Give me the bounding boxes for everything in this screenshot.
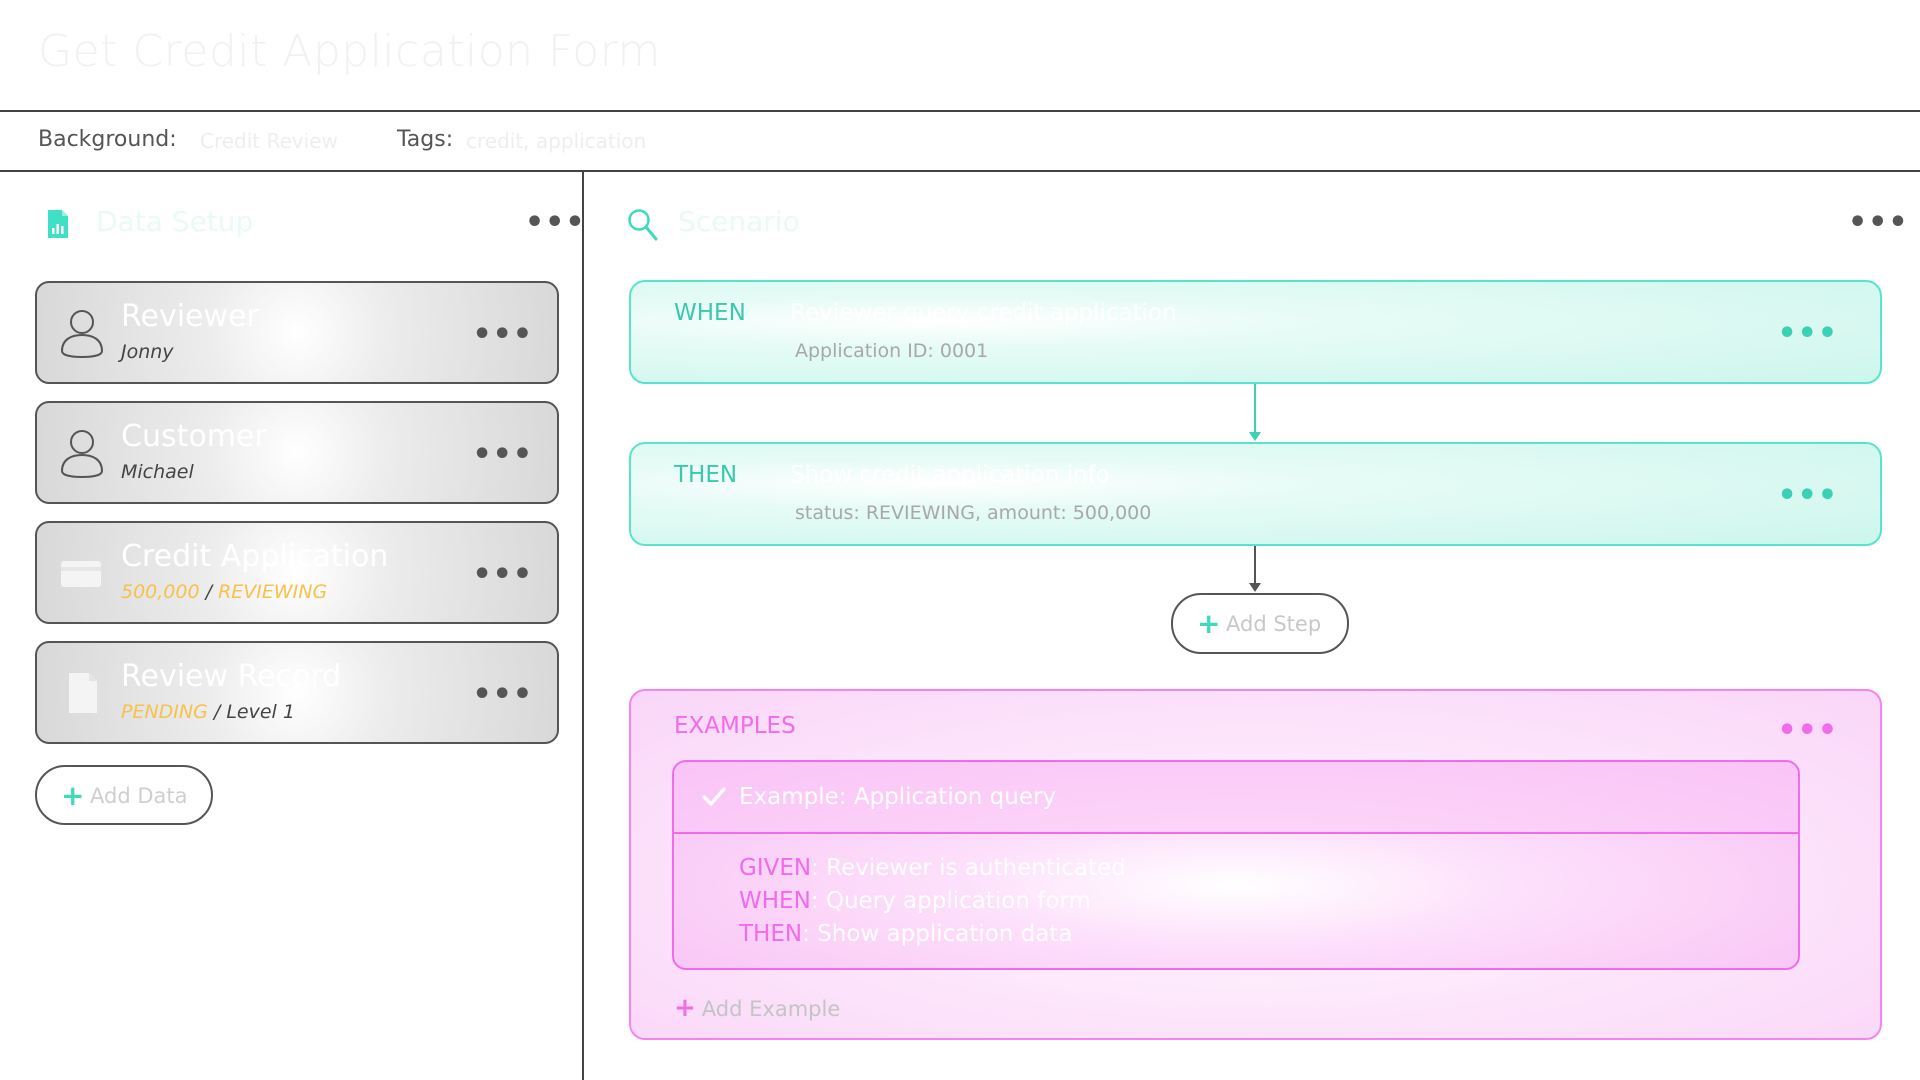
gherkin-text: : Show application data — [802, 921, 1073, 947]
add-data-button[interactable]: + Add Data — [35, 765, 213, 825]
user-icon — [60, 430, 104, 479]
step-card-then[interactable]: THEN Show credit application info status… — [629, 442, 1882, 546]
arrow-down-icon — [1249, 583, 1261, 592]
example-title: Example: Application query — [739, 784, 1057, 810]
page-title: Get Credit Application Form — [38, 26, 661, 77]
data-panel-more-button[interactable]: ••• — [525, 208, 586, 238]
step-keyword: WHEN — [674, 300, 746, 326]
example-body: GIVEN: Reviewer is authenticated WHEN: Q… — [739, 852, 1126, 951]
step-keyword: THEN — [674, 462, 738, 488]
card-subtitle: PENDING / Level 1 — [121, 701, 295, 723]
add-step-button[interactable]: + Add Step — [1171, 593, 1349, 654]
data-panel-title: Data Setup — [96, 205, 254, 238]
example-line-then: THEN: Show application data — [739, 918, 1126, 951]
step-connector — [1254, 546, 1256, 584]
plus-icon: + — [61, 779, 85, 812]
card-more-button[interactable]: ••• — [472, 320, 533, 350]
step-more-button[interactable]: ••• — [1777, 319, 1838, 349]
tags-label: Tags: — [397, 127, 454, 152]
card-more-button[interactable]: ••• — [472, 440, 533, 470]
examples-section: EXAMPLES ••• Example: Application query … — [629, 689, 1882, 1040]
card-more-button[interactable]: ••• — [472, 560, 533, 590]
column-divider — [582, 172, 584, 1080]
status-value: PENDING — [121, 701, 208, 723]
step-title: Reviewer query credit application — [790, 300, 1177, 326]
add-data-label: Add Data — [90, 784, 188, 808]
tags-value[interactable]: credit, application — [466, 129, 646, 153]
data-card-credit-application[interactable]: Credit Application 500,000 / REVIEWING •… — [35, 521, 559, 624]
step-more-button[interactable]: ••• — [1777, 481, 1838, 511]
gherkin-text: : Reviewer is authenticated — [811, 855, 1126, 881]
amount-value: 500,000 — [121, 581, 200, 603]
gherkin-keyword: GIVEN — [739, 855, 812, 881]
add-example-label: Add Example — [701, 997, 841, 1021]
examples-title: EXAMPLES — [674, 713, 796, 739]
card-subtitle: Michael — [121, 461, 194, 483]
step-connector — [1254, 384, 1256, 434]
gherkin-keyword: THEN — [739, 921, 803, 947]
scenario-panel-title: Scenario — [678, 205, 800, 238]
step-title: Show credit application info — [790, 462, 1110, 488]
meta-divider — [0, 170, 1920, 172]
example-card[interactable]: Example: Application query GIVEN: Review… — [672, 760, 1800, 970]
spreadsheet-icon — [48, 210, 68, 238]
status-value: REVIEWING — [218, 581, 328, 603]
card-title: Reviewer — [121, 299, 259, 334]
example-line-given: GIVEN: Reviewer is authenticated — [739, 852, 1126, 885]
separator: / — [199, 581, 219, 603]
checkmark-icon — [702, 787, 726, 806]
data-card-customer[interactable]: Customer Michael ••• — [35, 401, 559, 504]
add-step-label: Add Step — [1226, 612, 1322, 636]
card-more-button[interactable]: ••• — [472, 680, 533, 710]
gherkin-keyword: WHEN — [739, 888, 811, 914]
card-title: Credit Application — [121, 539, 389, 574]
step-detail: Application ID: 0001 — [795, 340, 989, 362]
user-icon — [60, 310, 104, 359]
level-value: / Level 1 — [207, 701, 295, 723]
card-title: Review Record — [121, 659, 342, 694]
step-detail: status: REVIEWING, amount: 500,000 — [795, 502, 1152, 524]
examples-more-button[interactable]: ••• — [1777, 716, 1838, 746]
arrow-down-icon — [1249, 432, 1261, 441]
card-subtitle: 500,000 / REVIEWING — [121, 581, 327, 603]
data-card-reviewer[interactable]: Reviewer Jonny ••• — [35, 281, 559, 384]
card-title: Customer — [121, 419, 267, 454]
card-subtitle: Jonny — [121, 341, 174, 363]
background-value[interactable]: Credit Review — [200, 129, 338, 153]
plus-icon: + — [674, 993, 696, 1023]
scenario-panel-more-button[interactable]: ••• — [1848, 208, 1909, 238]
gherkin-text: : Query application form — [810, 888, 1091, 914]
plus-icon: + — [1197, 607, 1221, 640]
step-card-when[interactable]: WHEN Reviewer query credit application A… — [629, 280, 1882, 384]
credit-card-icon — [61, 561, 101, 587]
document-icon — [69, 673, 97, 713]
background-label: Background: — [38, 127, 177, 152]
data-card-review-record[interactable]: Review Record PENDING / Level 1 ••• — [35, 641, 559, 744]
example-header[interactable]: Example: Application query — [674, 762, 1798, 834]
add-example-button[interactable]: + Add Example — [674, 993, 840, 1023]
example-line-when: WHEN: Query application form — [739, 885, 1126, 918]
meta-row: Background: Credit Review Tags: credit, … — [0, 112, 1920, 170]
search-icon — [628, 209, 658, 241]
